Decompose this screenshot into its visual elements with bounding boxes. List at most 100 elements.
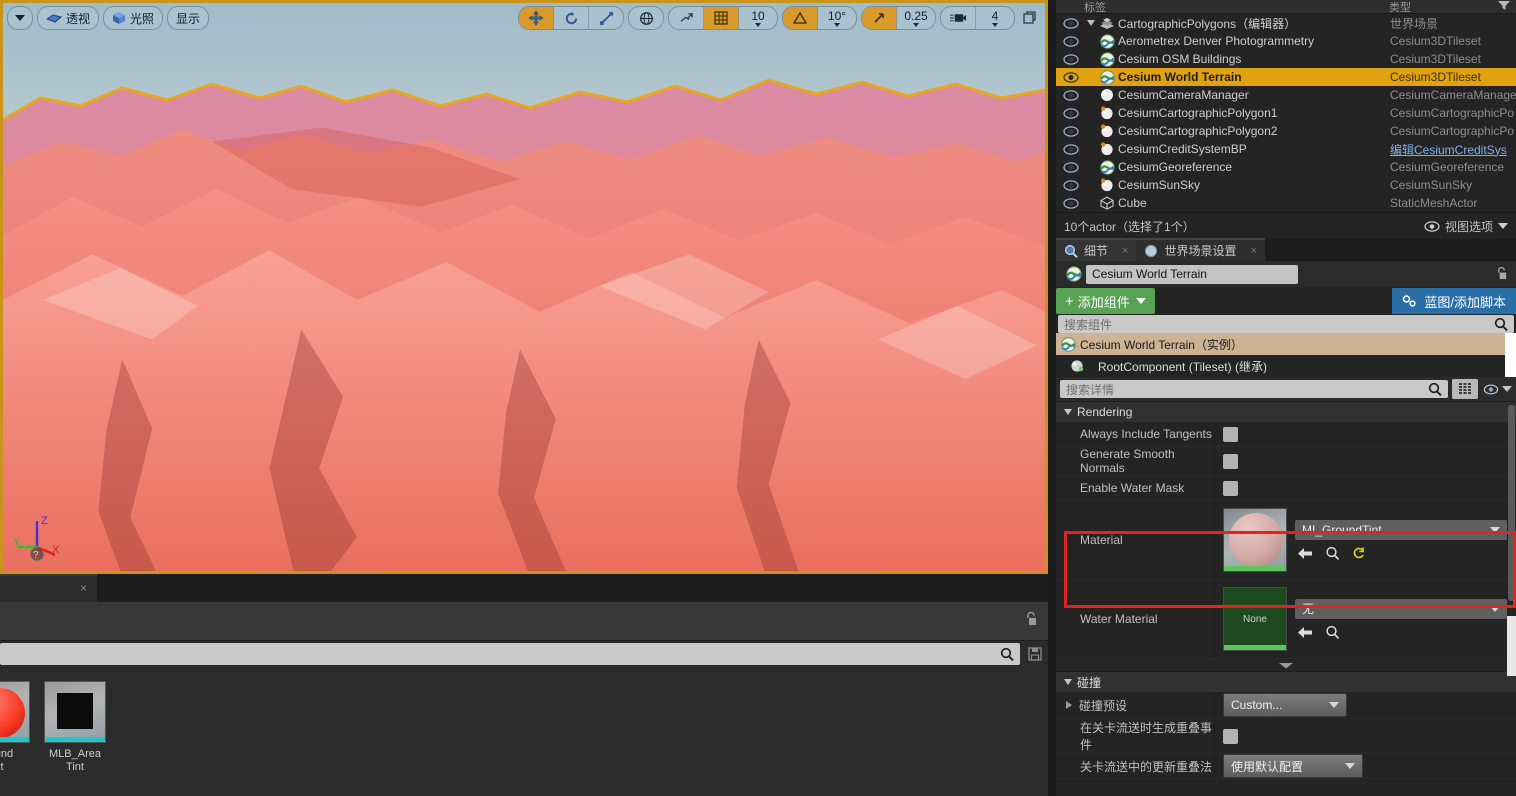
expand-triangle-icon[interactable] [1086,19,1096,27]
visibility-eye-icon[interactable] [1056,89,1086,101]
outliner-row-cesiumsunsky[interactable]: CesiumSunSky CesiumSunSky [1056,176,1516,194]
column-settings-icon[interactable] [1498,0,1510,13]
asset-label: MLB_Area Tint [49,748,101,773]
close-icon[interactable]: × [80,582,87,594]
outliner-row-cartographicpolygons[interactable]: CartographicPolygons（编辑器） 世界场景 [1056,14,1516,32]
viewport-options-button[interactable] [7,6,33,30]
water-material-thumbnail[interactable]: None [1223,587,1287,651]
visibility-eye-icon[interactable] [1056,17,1086,29]
save-all-button[interactable] [1022,647,1048,661]
close-icon[interactable]: × [1250,245,1256,257]
component-row-label: Cesium World Terrain（实例） [1080,337,1243,352]
outliner-row-cesium-world-terrain[interactable]: Cesium World Terrain Cesium3DTileset [1056,68,1516,86]
grid-snap-toggle[interactable] [704,7,739,29]
component-tree[interactable]: Cesium World Terrain（实例） RootComponent (… [1056,333,1516,377]
angle-snap-icon [793,11,807,24]
blueprint-script-button[interactable]: 蓝图/添加脚本 [1392,288,1516,314]
back-arrow-icon[interactable] [1297,626,1313,639]
details-view-options-button[interactable] [1482,379,1512,399]
scale-snap-group: 0.25 [861,6,936,30]
checkbox[interactable] [1223,480,1238,496]
scale-mode-button[interactable] [589,7,623,29]
outliner-row-type: 世界场景 [1390,16,1439,31]
scale-snap-toggle[interactable] [862,7,897,29]
component-row-rootcomponent[interactable]: RootComponent (Tileset) (继承) [1056,355,1516,377]
water-material-asset-picker[interactable]: 无 [1295,598,1507,619]
grid-snap-value[interactable]: 10 [739,7,777,29]
actor-name-input[interactable]: Cesium World Terrain [1086,264,1298,284]
visibility-eye-icon[interactable] [1056,71,1086,83]
folder-layers-icon [1096,17,1118,30]
angle-snap-value[interactable]: 10° [818,7,856,29]
checkbox[interactable] [1223,453,1238,469]
details-scroll-thumb[interactable] [1507,616,1516,676]
outliner-row-cesiumcartographicpolygon2[interactable]: CesiumCartographicPolygon2 CesiumCartogr… [1056,122,1516,140]
details-grid-view-button[interactable] [1452,379,1478,399]
checkbox[interactable] [1223,426,1238,442]
material-asset-picker[interactable]: MI_GroundTint [1295,519,1507,540]
maximize-viewport-button[interactable] [1019,7,1041,29]
angle-snap-toggle[interactable] [783,7,818,29]
outliner-row-cube[interactable]: Cube StaticMeshActor [1056,194,1516,212]
close-icon[interactable]: × [1122,245,1128,257]
outliner-row-cesiumcameramanager[interactable]: CesiumCameraManager CesiumCameraManage [1056,86,1516,104]
update-overlaps-method-combo[interactable]: 使用默认配置 [1223,754,1363,778]
component-row-cesium-world-terrain[interactable]: Cesium World Terrain（实例） [1056,333,1516,355]
component-tree-scrollbar[interactable] [1505,333,1516,377]
expand-triangle-icon[interactable] [1066,701,1072,709]
outliner-header: 标签 类型 [1056,0,1516,14]
visibility-eye-icon[interactable] [1056,107,1086,119]
browse-magnifier-icon[interactable] [1325,625,1340,640]
back-arrow-icon[interactable] [1297,547,1313,560]
visibility-eye-icon[interactable] [1056,143,1086,155]
category-rendering[interactable]: Rendering [1056,401,1516,422]
visibility-eye-icon[interactable] [1056,161,1086,173]
outliner-row-aerometrex-denver-photogrammetry[interactable]: Aerometrex Denver Photogrammetry Cesium3… [1056,32,1516,50]
rotate-mode-button[interactable] [554,7,589,29]
level-viewport[interactable]: 透视 光照 显示 10 10° 0.25 4 Z X Y ? [0,0,1048,574]
outliner-row-cesiumcartographicpolygon1[interactable]: CesiumCartographicPolygon1 CesiumCartogr… [1056,104,1516,122]
details-scrollbar[interactable] [1508,405,1515,601]
asset-tile[interactable]: round nt [0,681,32,774]
outliner-view-options-button[interactable]: 视图选项 [1424,218,1508,235]
category-collision[interactable]: 碰撞 [1056,671,1516,692]
content-browser-search-input[interactable] [0,643,1020,665]
scale-snap-value[interactable]: 0.25 [897,7,935,29]
tab-world-settings[interactable]: 世界场景设置 × [1136,238,1265,261]
property-generate-smooth-normals: Generate Smooth Normals [1056,447,1516,476]
browse-magnifier-icon[interactable] [1325,546,1340,561]
viewport-lighting-button[interactable]: 光照 [103,6,164,30]
material-thumbnail[interactable] [1223,508,1287,572]
outliner-row-cesium-osm-buildings[interactable]: Cesium OSM Buildings Cesium3DTileset [1056,50,1516,68]
outliner-list[interactable]: CartographicPolygons（编辑器） 世界场景 Aerometre… [1056,14,1516,212]
visibility-eye-icon[interactable] [1056,35,1086,47]
camera-speed-button[interactable] [941,7,976,29]
add-component-button[interactable]: + 添加组件 [1056,288,1155,314]
viewport-perspective-button[interactable]: 透视 [37,6,100,30]
visibility-eye-icon[interactable] [1056,179,1086,191]
surface-snap-button[interactable] [669,7,704,29]
viewport-show-button[interactable]: 显示 [167,6,210,30]
grid-snap-value-label: 10 [751,8,765,23]
checkbox[interactable] [1223,728,1238,744]
lock-button[interactable] [1024,611,1038,632]
visibility-eye-icon[interactable] [1056,125,1086,137]
outliner-row-cesiumgeoreference[interactable]: CesiumGeoreference CesiumGeoreference [1056,158,1516,176]
outliner-row-type-link[interactable]: 编辑CesiumCreditSys [1390,141,1516,158]
section-expander-button[interactable] [1056,659,1516,671]
visibility-eye-icon[interactable] [1056,197,1086,209]
component-search-input[interactable]: 搜索组件 [1058,315,1514,333]
outliner-row-cesiumcreditsystembp[interactable]: CesiumCreditSystemBP 编辑CesiumCreditSys [1056,140,1516,158]
world-coordinate-button[interactable] [629,7,663,29]
details-search-input[interactable]: 搜索详情 [1060,380,1448,398]
visibility-eye-icon[interactable] [1056,53,1086,65]
tab-details[interactable]: 细节 × [1056,238,1137,261]
content-browser-tab[interactable]: × [0,574,97,602]
asset-tile[interactable]: MLB_Area Tint [42,681,108,774]
details-lock-button[interactable] [1495,266,1508,286]
reset-arrow-icon[interactable] [1352,546,1366,560]
translate-mode-button[interactable] [519,7,554,29]
collision-preset-combo[interactable]: Custom... [1223,693,1347,717]
cesium-tileset-icon [1096,51,1118,67]
camera-speed-value[interactable]: 4 [976,7,1014,29]
